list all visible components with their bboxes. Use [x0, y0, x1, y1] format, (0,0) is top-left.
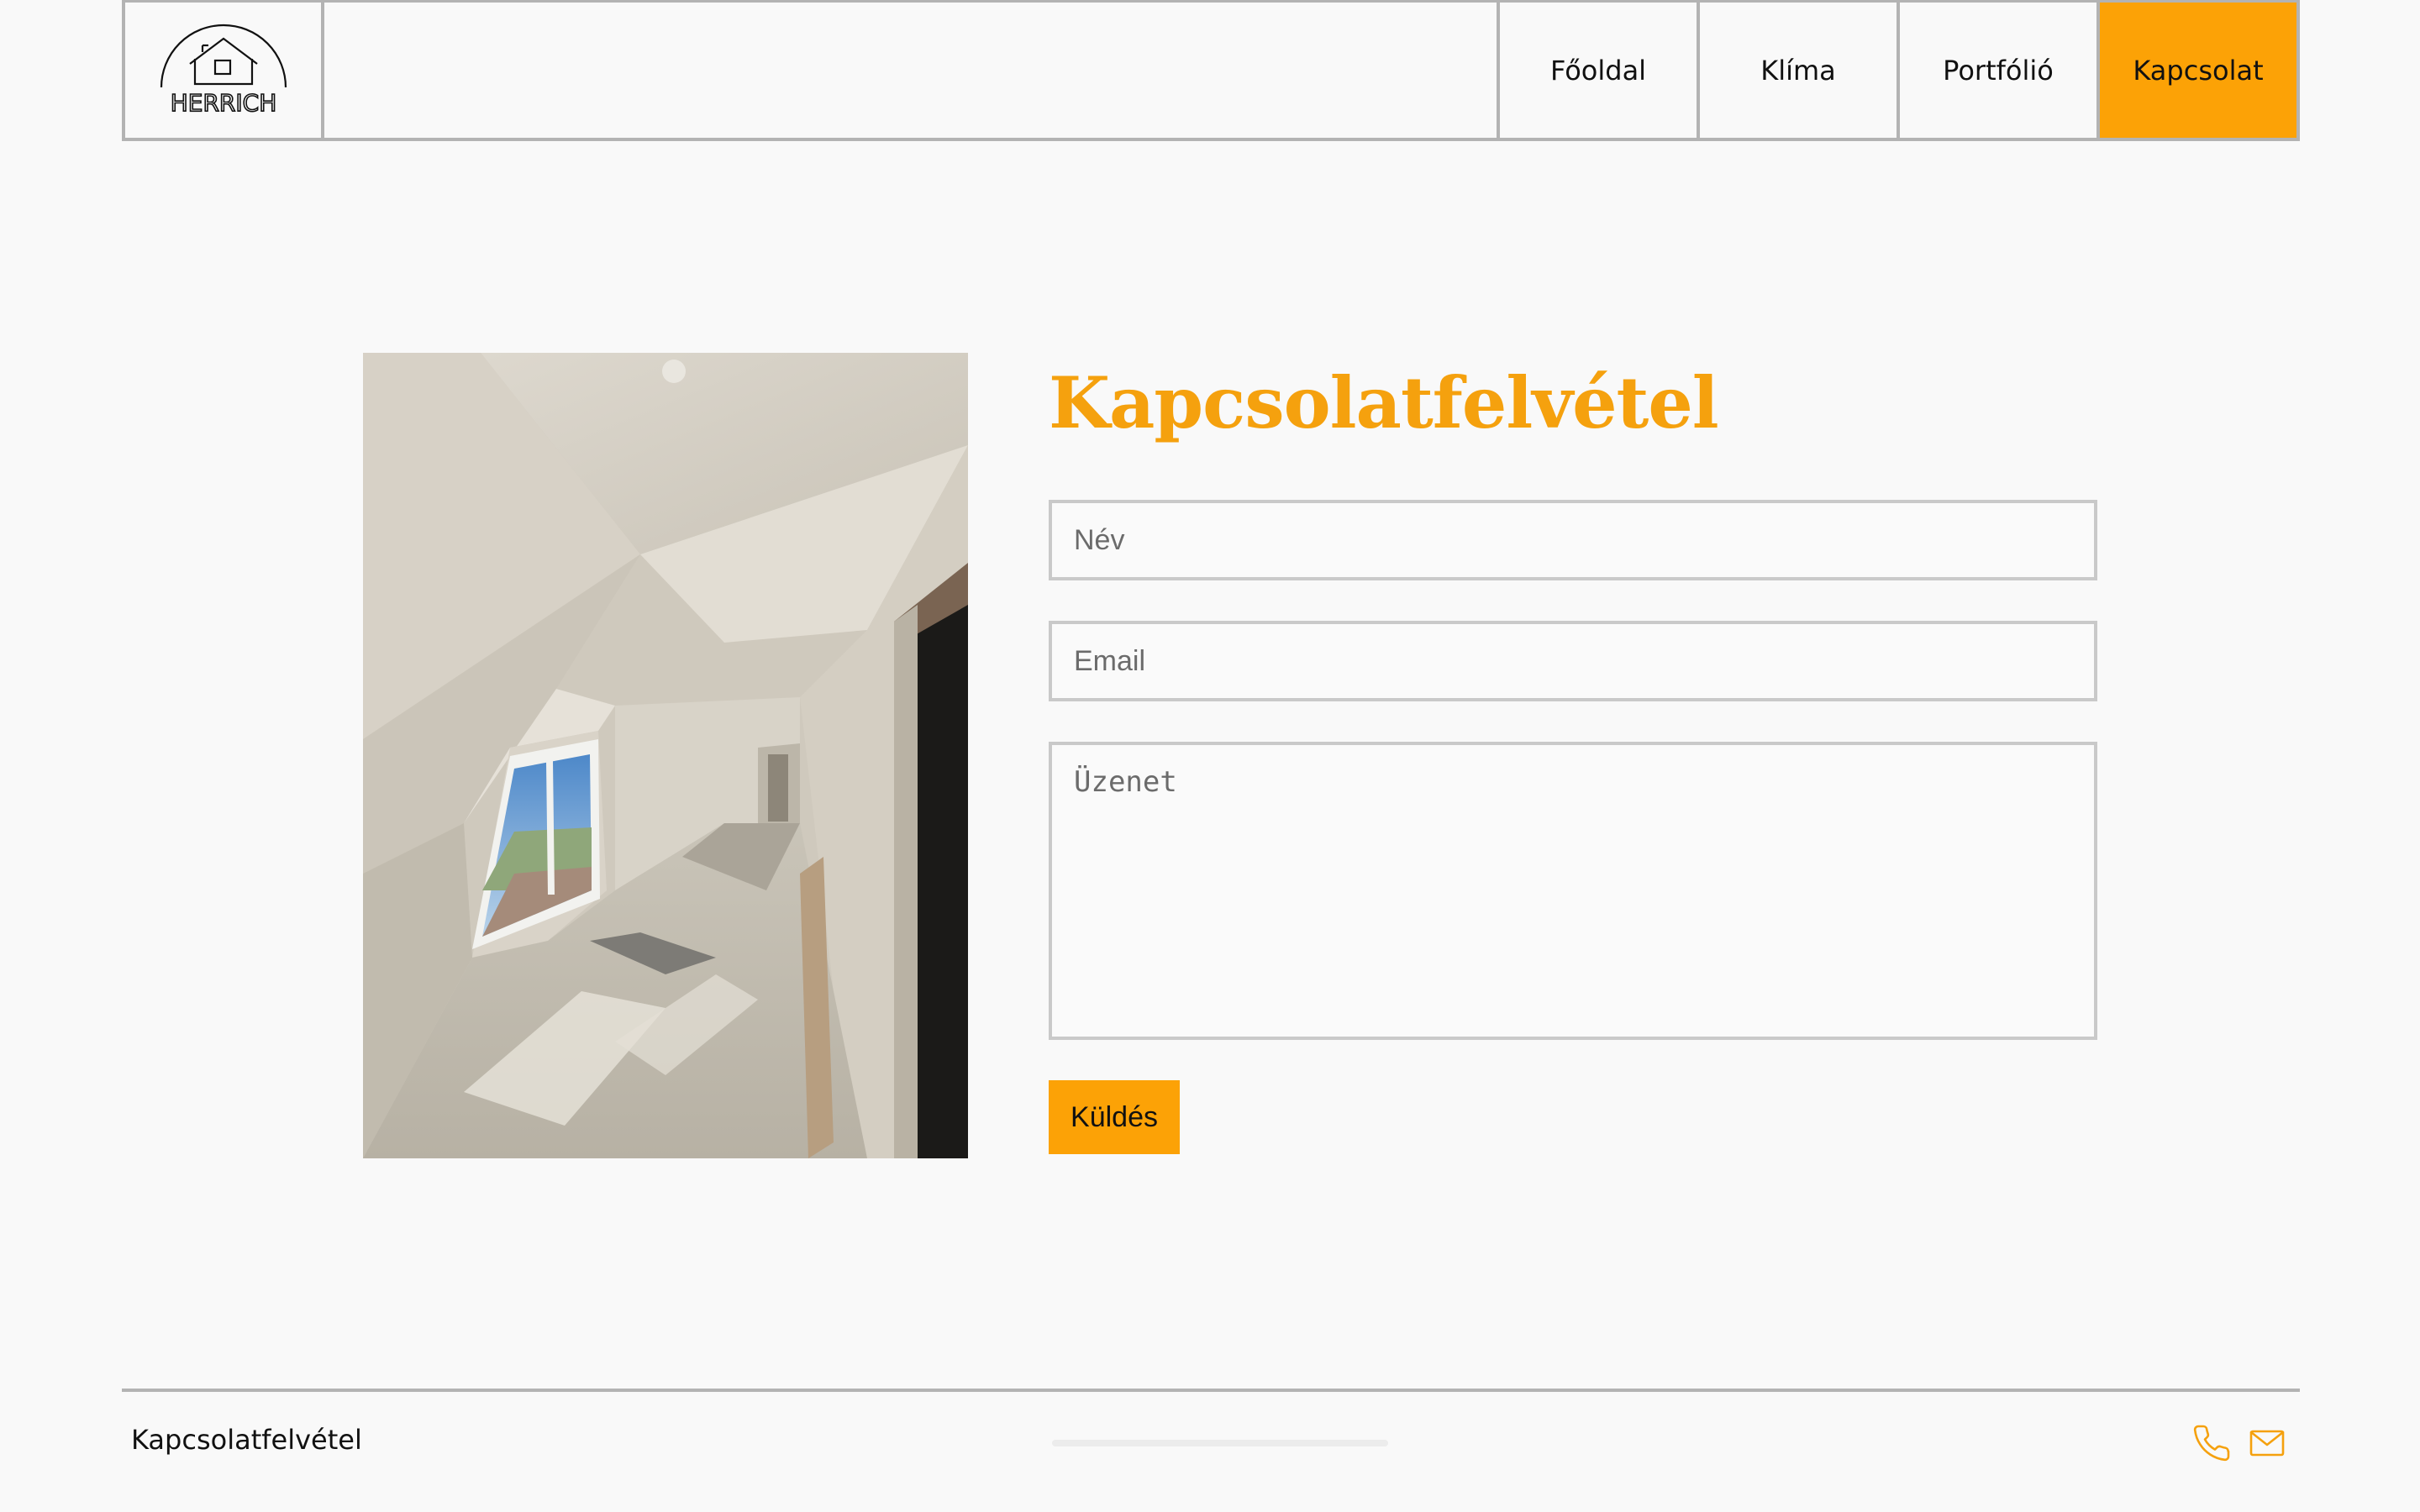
- nav-item-klima[interactable]: Klíma: [1697, 3, 1897, 138]
- logo-text: HERRICH: [170, 89, 276, 117]
- footer-scroll-bar: [1052, 1440, 1388, 1446]
- phone-icon[interactable]: [2191, 1423, 2232, 1467]
- send-button[interactable]: Küldés: [1049, 1080, 1180, 1154]
- nav-item-kapcsolat[interactable]: Kapcsolat: [2096, 3, 2296, 138]
- mail-icon[interactable]: [2247, 1423, 2287, 1467]
- contact-form-title: Kapcsolatfelvétel: [1049, 361, 1719, 444]
- footer-divider: [122, 1389, 2300, 1392]
- nav-item-portfolio[interactable]: Portfólió: [1897, 3, 2096, 138]
- main-nav: Főoldal Klíma Portfólió Kapcsolat: [1497, 3, 2296, 138]
- herrich-logo: HERRICH: [160, 24, 287, 117]
- logo-link[interactable]: HERRICH: [125, 3, 324, 138]
- site-header: HERRICH Főoldal Klíma Portfólió Kapcsola…: [122, 0, 2300, 141]
- header-spacer: [324, 3, 1497, 138]
- email-input[interactable]: [1049, 621, 2097, 701]
- name-input[interactable]: [1049, 500, 2097, 580]
- interior-photo: [363, 353, 968, 1158]
- footer-contact-icons: [2191, 1423, 2287, 1467]
- footer-label: Kapcsolatfelvétel: [131, 1424, 362, 1456]
- nav-item-fooldal[interactable]: Főoldal: [1497, 3, 1697, 138]
- message-textarea[interactable]: [1049, 742, 2097, 1040]
